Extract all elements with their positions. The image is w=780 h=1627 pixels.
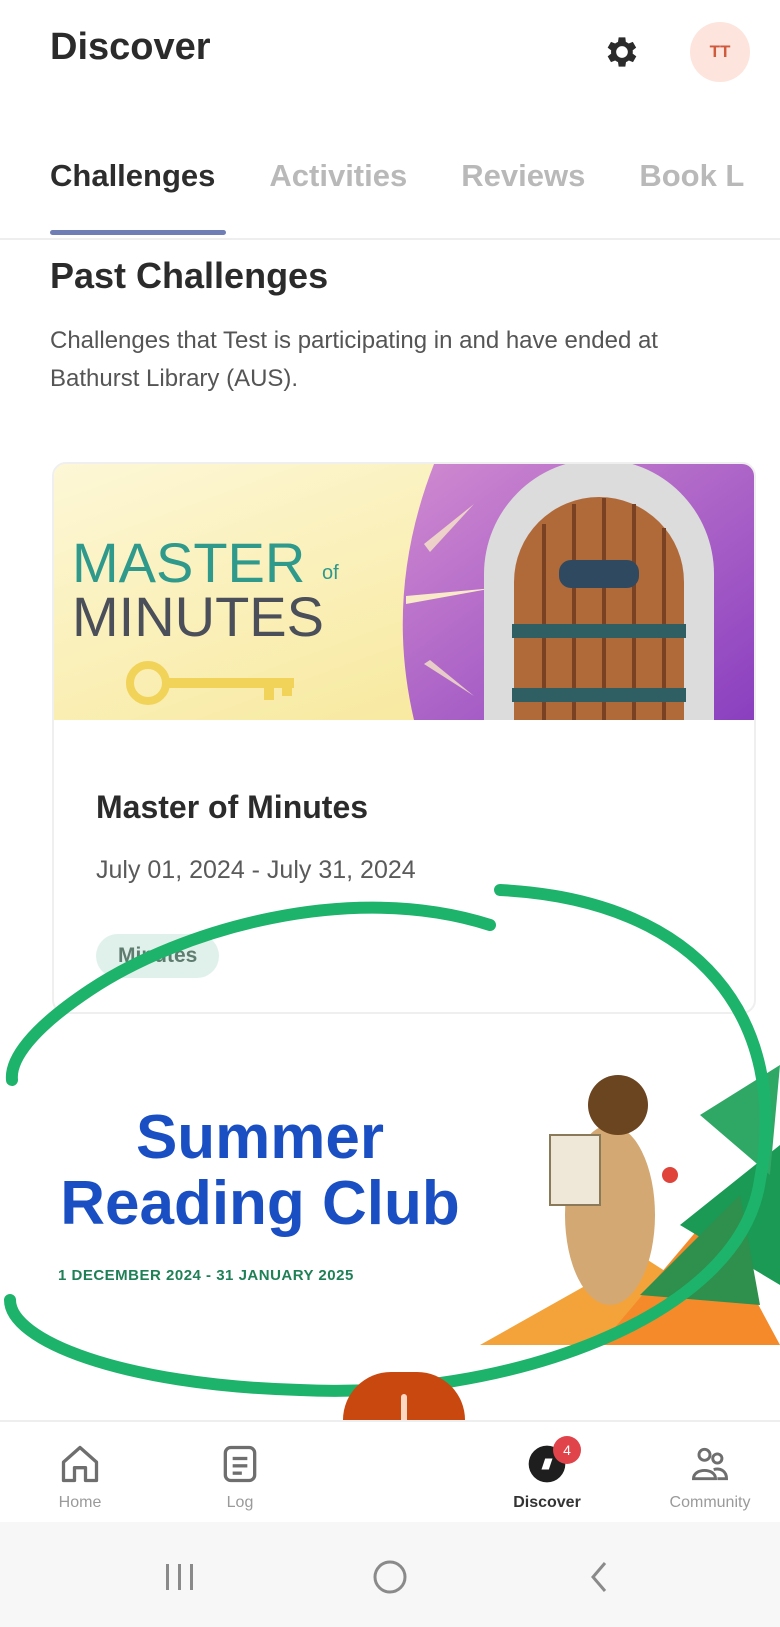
home-icon xyxy=(61,1445,99,1483)
nav-discover-label: Discover xyxy=(513,1494,581,1511)
tab-challenges[interactable]: Challenges xyxy=(50,158,215,194)
banner-text-of: of xyxy=(322,562,339,584)
recents-icon[interactable] xyxy=(150,1547,210,1607)
back-icon[interactable] xyxy=(570,1547,630,1607)
nav-log[interactable]: Log xyxy=(180,1442,300,1512)
banner-dates: 1 DECEMBER 2024 - 31 JANUARY 2025 xyxy=(58,1267,354,1284)
avatar[interactable]: TT xyxy=(690,22,750,82)
home-circle-glyph xyxy=(373,1560,407,1594)
nav-home-label: Home xyxy=(58,1494,102,1511)
nav-community[interactable]: Community xyxy=(650,1442,770,1512)
banner-text-minutes: MINUTES xyxy=(72,585,324,648)
home-circle-icon[interactable] xyxy=(360,1547,420,1607)
community-icon xyxy=(692,1447,728,1481)
gear-icon[interactable] xyxy=(602,32,642,72)
banner-title-line2: Reading Club xyxy=(60,1169,460,1238)
tab-divider xyxy=(0,238,780,240)
tab-activities[interactable]: Activities xyxy=(269,158,407,194)
challenge-dates: July 01, 2024 - July 31, 2024 xyxy=(96,856,416,884)
notification-badge: 4 xyxy=(553,1436,581,1464)
nav-home[interactable]: Home xyxy=(20,1442,140,1512)
challenge-card-summer-reading-club[interactable]: Summer Reading Club 1 DECEMBER 2024 - 31… xyxy=(0,1035,780,1425)
bottom-navigation: Home Log 4 Discover Community xyxy=(0,1420,780,1522)
log-icon xyxy=(223,1445,257,1483)
tab-reviews[interactable]: Reviews xyxy=(461,158,585,194)
system-navigation-bar xyxy=(0,1522,780,1627)
challenge-card-master-of-minutes[interactable]: MASTER of MINUTES Master of Minutes July… xyxy=(52,462,756,1014)
challenge-title: Master of Minutes xyxy=(96,789,369,825)
nav-community-label: Community xyxy=(669,1494,751,1511)
section-description: Challenges that Test is participating in… xyxy=(50,327,658,392)
active-tab-indicator xyxy=(50,230,226,235)
nav-log-label: Log xyxy=(226,1494,254,1511)
tab-bar: Challenges Activities Reviews Book L xyxy=(50,158,780,194)
tab-book-lists[interactable]: Book L xyxy=(639,158,744,194)
banner-title-summer: Summer Reading Club xyxy=(30,1105,490,1237)
banner-text-master: MASTER xyxy=(72,531,306,594)
section-title: Past Challenges xyxy=(50,255,329,296)
challenge-tag: Minutes xyxy=(96,934,220,978)
recents-glyph xyxy=(166,1564,193,1590)
page-title: Discover xyxy=(50,26,211,68)
nav-discover[interactable]: 4 Discover xyxy=(487,1436,607,1512)
back-glyph xyxy=(591,1562,607,1592)
key-icon xyxy=(126,661,294,705)
banner-title-line1: Summer xyxy=(135,1103,385,1172)
lion-illustration xyxy=(480,1065,780,1345)
